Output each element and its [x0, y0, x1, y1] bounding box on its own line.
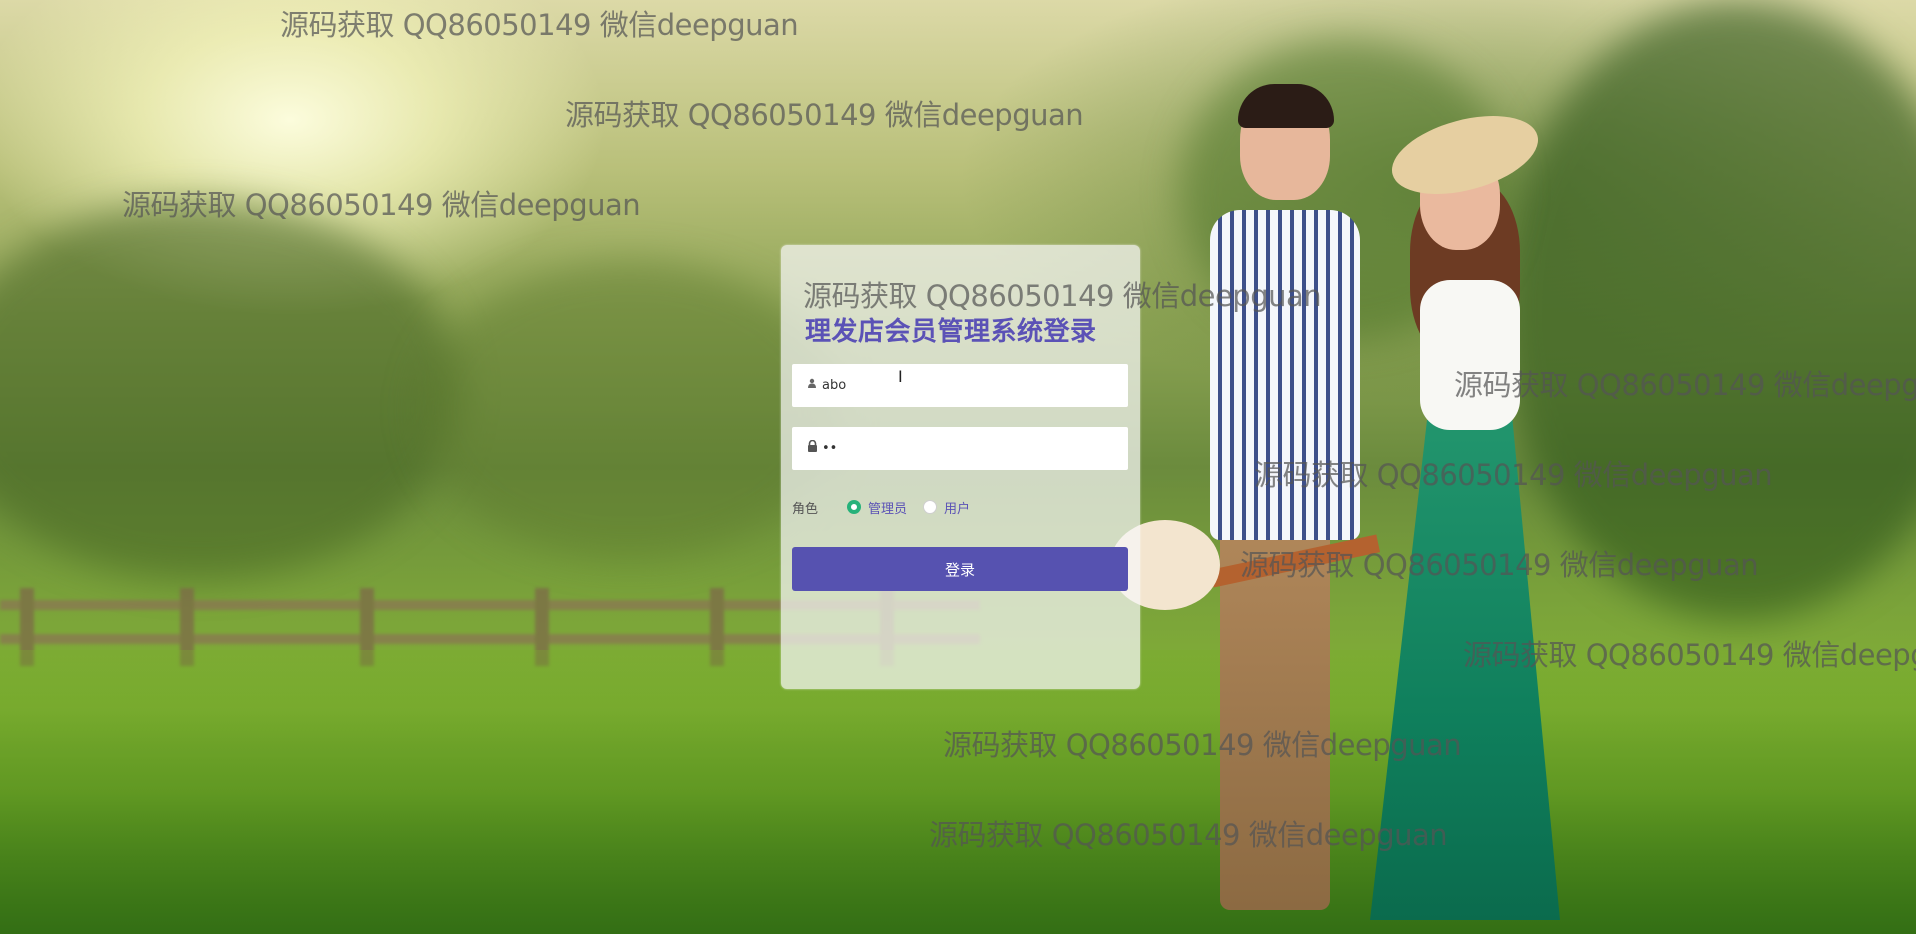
- username-field[interactable]: [792, 364, 1128, 407]
- lock-icon: [804, 439, 820, 456]
- watermark: 源码获取 QQ86050149 微信deepguan: [803, 279, 1322, 313]
- watermark: 源码获取 QQ86050149 微信deepguan: [280, 8, 799, 42]
- watermark: 源码获取 QQ86050149 微信deepguan: [1463, 638, 1916, 672]
- login-button[interactable]: 登录: [792, 547, 1128, 591]
- role-option-user[interactable]: 用户: [923, 498, 970, 517]
- role-selector: 角色 管理员 用户: [792, 497, 986, 517]
- background-couple-photo: [1110, 84, 1640, 934]
- radio-unselected-icon[interactable]: [923, 500, 938, 514]
- watermark: 源码获取 QQ86050149 微信deepguan: [943, 728, 1462, 762]
- user-icon: [804, 377, 820, 393]
- watermark: 源码获取 QQ86050149 微信deepguan: [929, 818, 1448, 852]
- watermark: 源码获取 QQ86050149 微信deepguan: [565, 98, 1084, 132]
- role-option-label: 管理员: [868, 501, 908, 517]
- role-label: 角色: [792, 501, 819, 517]
- watermark: 源码获取 QQ86050149 微信deepguan: [122, 188, 641, 222]
- login-page: 理发店会员管理系统登录 角色 管理员: [0, 0, 1916, 934]
- background-foliage: [0, 200, 460, 580]
- login-title: 理发店会员管理系统登录: [805, 317, 1097, 347]
- background-foliage: [420, 260, 840, 560]
- password-input[interactable]: [820, 427, 1124, 470]
- watermark: 源码获取 QQ86050149 微信deepguan: [1254, 458, 1773, 492]
- watermark: 源码获取 QQ86050149 微信deepguan: [1240, 548, 1759, 582]
- password-field[interactable]: [792, 427, 1128, 470]
- text-cursor-icon: I: [898, 367, 903, 386]
- role-option-label: 用户: [944, 501, 971, 517]
- watermark: 源码获取 QQ86050149 微信deepguan: [1454, 368, 1916, 402]
- username-input[interactable]: [820, 364, 1124, 407]
- radio-selected-icon[interactable]: [847, 500, 861, 514]
- role-option-admin[interactable]: 管理员: [847, 498, 907, 517]
